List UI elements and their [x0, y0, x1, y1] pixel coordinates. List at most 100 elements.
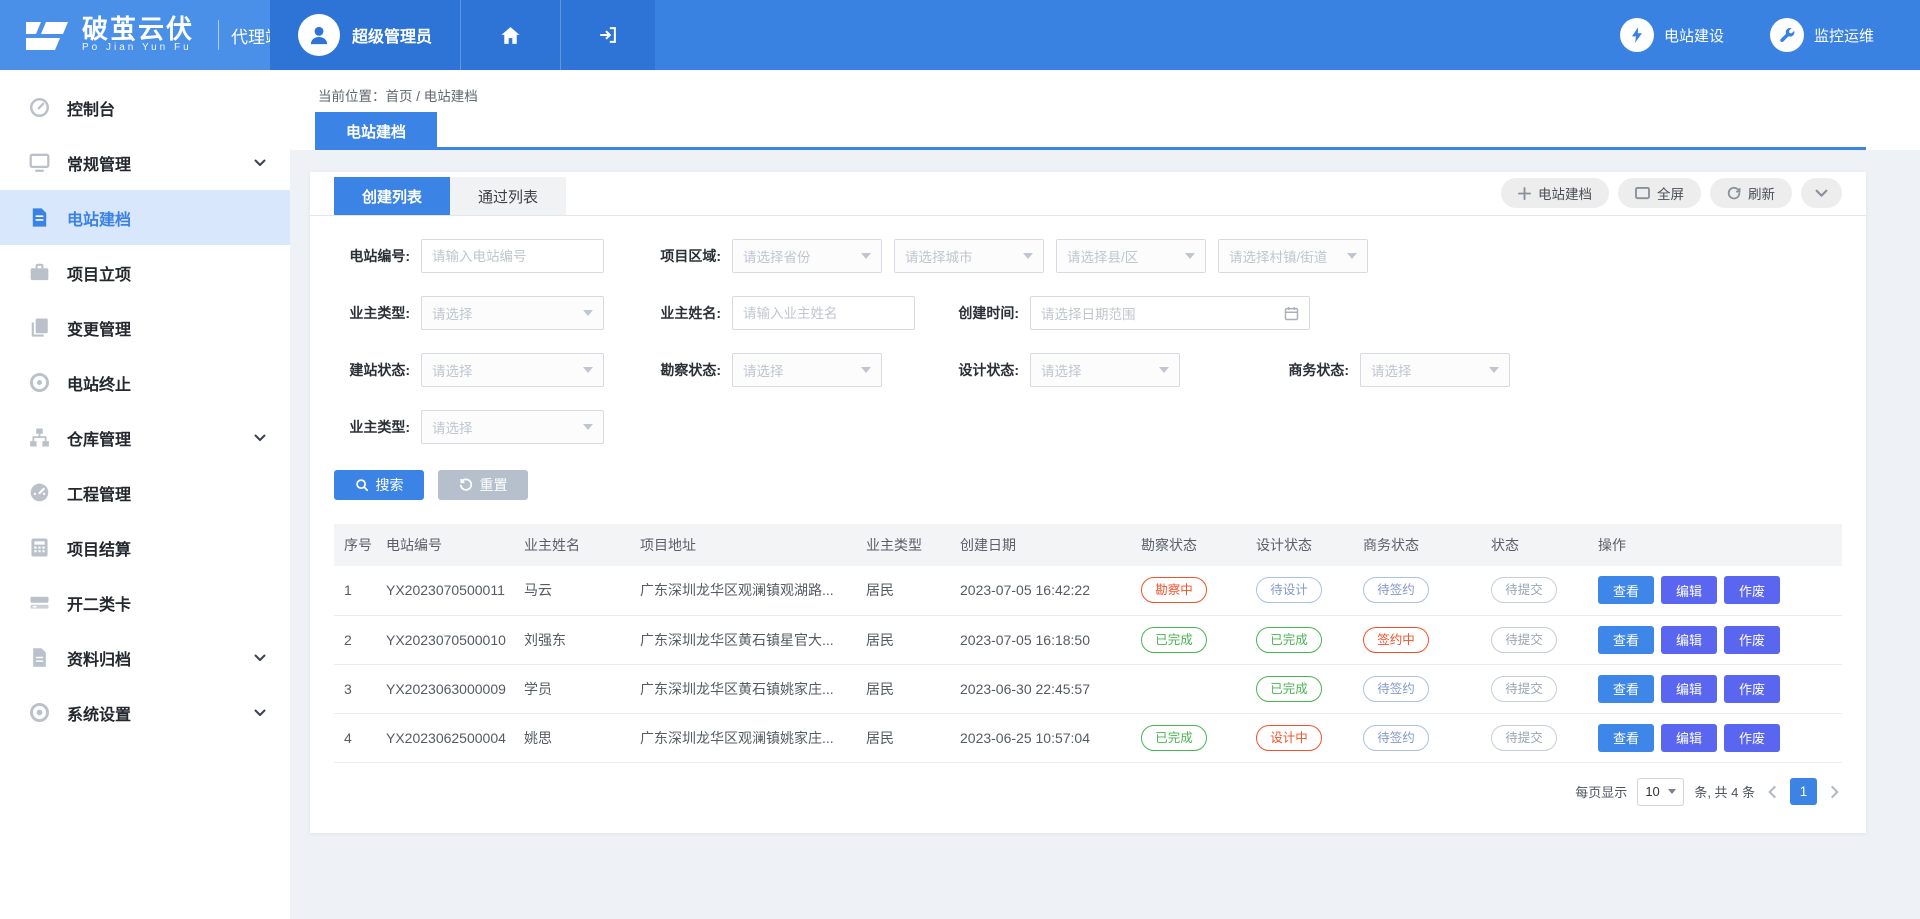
plus-icon [1518, 187, 1531, 200]
sidebar-item-warehouse[interactable]: 仓库管理 [0, 410, 290, 465]
column-header: 状态 [1483, 524, 1590, 566]
add-station-button[interactable]: 电站建档 [1501, 178, 1609, 208]
select[interactable]: 请选择 [1360, 353, 1510, 387]
sidebar-item-console[interactable]: 控制台 [0, 80, 290, 135]
filter-label: 设计状态: [943, 360, 1019, 380]
text-input[interactable] [421, 239, 604, 273]
sidebar-item-project-setup[interactable]: 项目立项 [0, 245, 290, 300]
select[interactable]: 请选择 [421, 296, 604, 330]
avatar [298, 14, 340, 56]
status-badge: 待提交 [1491, 577, 1557, 603]
sidebar-item-label: 开二类卡 [67, 591, 131, 615]
filter-label: 商务状态: [1273, 360, 1349, 380]
filter-label: 电站编号: [334, 246, 410, 266]
view-button[interactable]: 查看 [1598, 626, 1654, 654]
cell-name: 学员 [516, 664, 632, 713]
sidebar-item-settings[interactable]: 系统设置 [0, 685, 290, 740]
sidebar-item-settlement[interactable]: 项目结算 [0, 520, 290, 575]
caret-down-icon [583, 367, 593, 373]
table-row: 4YX2023062500004姚思广东深圳龙华区观澜镇姚家庄...居民2023… [334, 713, 1842, 762]
select[interactable]: 请选择省份 [732, 239, 882, 273]
select[interactable]: 请选择 [421, 353, 604, 387]
sidebar-item-label: 常规管理 [67, 151, 131, 175]
chevron-down-icon [254, 434, 266, 442]
edit-button[interactable]: 编辑 [1661, 626, 1717, 654]
sidebar-item-station-terminate[interactable]: 电站终止 [0, 355, 290, 410]
reset-button[interactable]: 重置 [438, 470, 528, 500]
select[interactable]: 请选择县/区 [1056, 239, 1206, 273]
search-button[interactable]: 搜索 [334, 470, 424, 500]
select[interactable]: 请选择城市 [894, 239, 1044, 273]
wrench-icon [1770, 18, 1804, 52]
filter-label: 业主姓名: [645, 303, 721, 323]
tab-passed-list[interactable]: 通过列表 [450, 177, 566, 215]
column-header: 业主姓名 [516, 524, 632, 566]
home-button[interactable] [460, 0, 560, 70]
sidebar-item-engineering[interactable]: 工程管理 [0, 465, 290, 520]
table-row: 2YX2023070500010刘强东广东深圳龙华区黄石镇星官大...居民202… [334, 615, 1842, 664]
tab-underline [315, 147, 1866, 150]
column-header: 商务状态 [1355, 524, 1483, 566]
user-menu[interactable]: 超级管理员 [270, 0, 460, 70]
page-tab[interactable]: 电站建档 [315, 112, 437, 150]
edit-button[interactable]: 编辑 [1661, 576, 1717, 604]
caret-down-icon [1347, 253, 1357, 259]
sidebar-item-archive[interactable]: 资料归档 [0, 630, 290, 685]
station-table: 序号电站编号业主姓名项目地址业主类型创建日期勘察状态设计状态商务状态状态操作 1… [334, 524, 1842, 763]
edit-button[interactable]: 编辑 [1661, 724, 1717, 752]
edit-button[interactable]: 编辑 [1661, 675, 1717, 703]
total-count-label: 条, 共 4 条 [1694, 782, 1755, 801]
caret-down-icon [583, 424, 593, 430]
caret-down-icon [1668, 789, 1676, 794]
cell-design: 已完成 [1248, 664, 1355, 713]
void-button[interactable]: 作废 [1724, 576, 1780, 604]
refresh-button[interactable]: 刷新 [1710, 178, 1792, 208]
sidebar-item-general[interactable]: 常规管理 [0, 135, 290, 190]
select[interactable]: 请选择村镇/街道 [1218, 239, 1368, 273]
prev-page-button[interactable] [1765, 785, 1780, 799]
sidebar-item-label: 电站终止 [67, 371, 131, 395]
select[interactable]: 请选择 [732, 353, 882, 387]
tab-created-list[interactable]: 创建列表 [334, 177, 450, 215]
status-badge: 已完成 [1256, 676, 1322, 702]
cell-ops: 查看编辑作废 [1590, 566, 1842, 615]
date-range-input[interactable]: 请选择日期范围 [1030, 296, 1310, 330]
cell-address: 广东深圳龙华区观澜镇观湖路... [632, 566, 858, 615]
select[interactable]: 请选择 [1030, 353, 1180, 387]
table-row: 3YX2023063000009学员广东深圳龙华区黄石镇姚家庄...居民2023… [334, 664, 1842, 713]
home-icon [499, 24, 522, 47]
select[interactable]: 请选择 [421, 410, 604, 444]
nav-label: 电站建设 [1664, 25, 1724, 46]
view-button[interactable]: 查看 [1598, 576, 1654, 604]
archive-icon [28, 646, 51, 669]
next-page-button[interactable] [1827, 785, 1842, 799]
cell-survey [1133, 664, 1248, 713]
filter-label: 业主类型: [334, 303, 410, 323]
filter-label: 创建时间: [943, 303, 1019, 323]
sidebar-item-change-mgmt[interactable]: 变更管理 [0, 300, 290, 355]
sidebar-item-label: 仓库管理 [67, 426, 131, 450]
chevron-down-icon [254, 709, 266, 717]
logout-button[interactable] [560, 0, 655, 70]
void-button[interactable]: 作废 [1724, 626, 1780, 654]
cell-address: 广东深圳龙华区黄石镇姚家庄... [632, 664, 858, 713]
void-button[interactable]: 作废 [1724, 724, 1780, 752]
logo-icon [24, 15, 70, 55]
text-input[interactable] [732, 296, 915, 330]
collapse-button[interactable] [1801, 178, 1842, 208]
caret-down-icon [1159, 367, 1169, 373]
page-size-select[interactable]: 10 [1637, 778, 1684, 806]
current-page[interactable]: 1 [1790, 778, 1817, 805]
filter-label: 建站状态: [334, 360, 410, 380]
view-button[interactable]: 查看 [1598, 675, 1654, 703]
void-button[interactable]: 作废 [1724, 675, 1780, 703]
fullscreen-button[interactable]: 全屏 [1618, 178, 1701, 208]
cell-no: 2 [334, 615, 378, 664]
nav-monitor-ops[interactable]: 监控运维 [1770, 18, 1874, 52]
nav-station-build[interactable]: 电站建设 [1620, 18, 1724, 52]
breadcrumb-label: 当前位置： [318, 89, 386, 104]
sidebar-item-label: 项目结算 [67, 536, 131, 560]
sidebar-item-card[interactable]: 开二类卡 [0, 575, 290, 630]
view-button[interactable]: 查看 [1598, 724, 1654, 752]
sidebar-item-station-archive[interactable]: 电站建档 [0, 190, 290, 245]
